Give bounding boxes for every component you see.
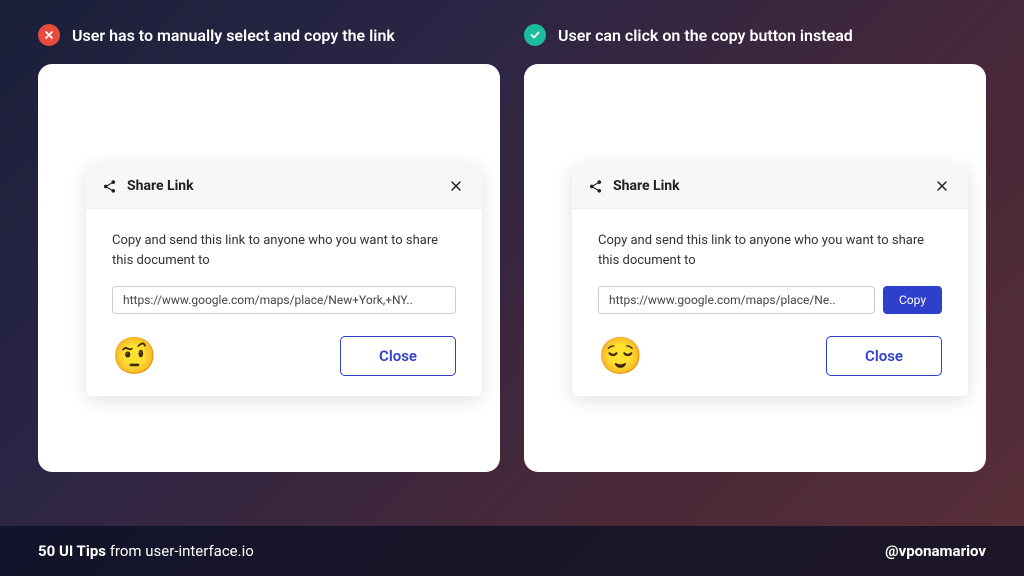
good-header-text: User can click on the copy button instea…: [558, 26, 853, 45]
bad-panel: Share Link Copy and send this link to an…: [38, 64, 500, 472]
good-header: User can click on the copy button instea…: [524, 24, 986, 46]
dialog-title: Share Link: [127, 178, 194, 194]
share-icon: [588, 179, 603, 194]
good-panel: Share Link Copy and send this link to an…: [524, 64, 986, 472]
bad-example-column: User has to manually select and copy the…: [38, 24, 500, 472]
close-button[interactable]: Close: [826, 336, 942, 376]
reaction-emoji: 😌: [598, 338, 643, 374]
close-icon-button[interactable]: [446, 176, 466, 196]
footer-source: 50 UI Tips from user-interface.io: [38, 542, 254, 560]
dialog-title: Share Link: [613, 178, 680, 194]
footer-handle: @vponamariov: [885, 542, 986, 560]
good-example-column: User can click on the copy button instea…: [524, 24, 986, 472]
dialog-description: Copy and send this link to anyone who yo…: [112, 231, 456, 270]
reaction-emoji: 🤨: [112, 338, 157, 374]
dialog-description: Copy and send this link to anyone who yo…: [598, 231, 942, 270]
close-icon-button[interactable]: [932, 176, 952, 196]
share-dialog-good: Share Link Copy and send this link to an…: [572, 164, 968, 396]
link-input[interactable]: [112, 286, 456, 314]
close-button[interactable]: Close: [340, 336, 456, 376]
page-footer: 50 UI Tips from user-interface.io @vpona…: [0, 526, 1024, 576]
share-dialog-bad: Share Link Copy and send this link to an…: [86, 164, 482, 396]
bad-header: User has to manually select and copy the…: [38, 24, 500, 46]
check-icon: [524, 24, 546, 46]
copy-button[interactable]: Copy: [883, 286, 942, 314]
cross-icon: [38, 24, 60, 46]
share-icon: [102, 179, 117, 194]
dialog-header: Share Link: [572, 164, 968, 209]
link-input[interactable]: [598, 286, 875, 314]
bad-header-text: User has to manually select and copy the…: [72, 26, 395, 45]
dialog-header: Share Link: [86, 164, 482, 209]
